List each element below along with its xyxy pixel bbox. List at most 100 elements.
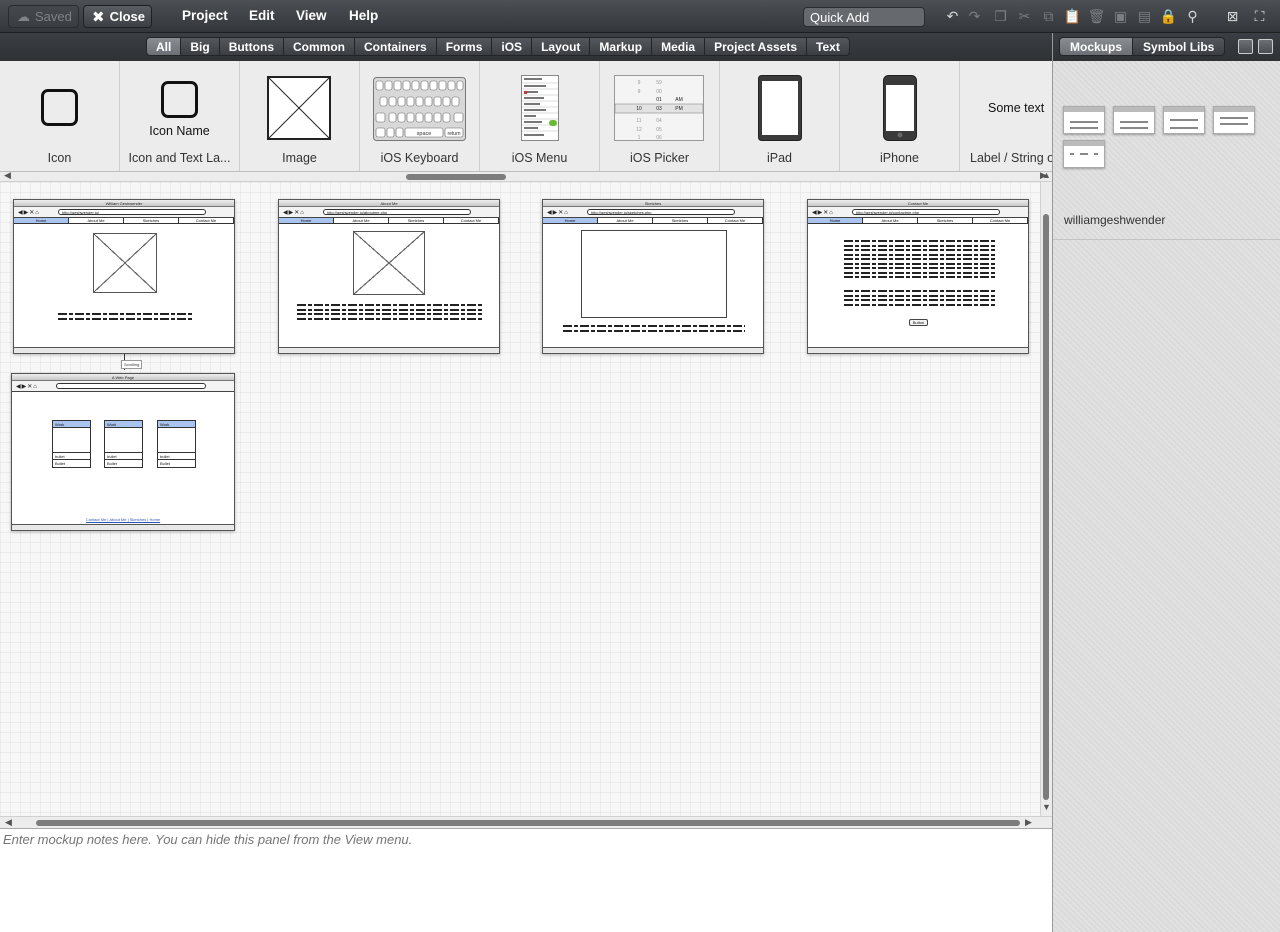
mockup-contact-me[interactable]: Contact Me ◀▶✕⌂ http://geshwender.io/con… bbox=[807, 199, 1029, 354]
mockup-thumbnail[interactable] bbox=[1213, 106, 1255, 134]
presentation-icon[interactable]: ⊠ bbox=[1224, 8, 1241, 25]
library-item-ios-menu[interactable]: iOS Menu bbox=[480, 61, 600, 171]
library-item-ios-picker[interactable]: 9 59 9 00 11 04 12 05 1 06 01 AM 10 03 PM iOS Pi… bbox=[600, 61, 720, 171]
browser-nav-icons: ◀▶✕⌂ bbox=[283, 210, 305, 216]
scroll-down-icon[interactable]: ▼ bbox=[1042, 802, 1051, 812]
filter-text[interactable]: Text bbox=[807, 37, 850, 56]
scroll-right-icon[interactable]: ▶ bbox=[1025, 817, 1032, 828]
menu-project[interactable]: Project bbox=[182, 8, 228, 23]
browser-nav-bar: ◀▶✕⌂ bbox=[12, 381, 234, 392]
search-icon[interactable]: ⚲ bbox=[1184, 8, 1201, 25]
filter-project-assets[interactable]: Project Assets bbox=[705, 37, 808, 56]
mockup-status-bar bbox=[543, 347, 763, 353]
canvas-vscroll-thumb[interactable] bbox=[1043, 214, 1049, 800]
mockup-thumbnail[interactable] bbox=[1113, 106, 1155, 134]
menu-edit[interactable]: Edit bbox=[249, 8, 275, 23]
icon-name-sample: Icon Name bbox=[149, 124, 210, 138]
lock-icon[interactable]: 🔒 bbox=[1160, 8, 1177, 25]
mockup-about-me[interactable]: About Me ◀▶✕⌂ http://geshwender.io/about… bbox=[278, 199, 500, 354]
svg-text:11: 11 bbox=[636, 118, 641, 124]
filter-big[interactable]: Big bbox=[181, 37, 220, 56]
duplicate-icon[interactable]: ❐ bbox=[992, 8, 1009, 25]
library-scrollbar[interactable]: ◀ ▶ bbox=[0, 170, 1052, 182]
saved-button[interactable]: ☁ Saved bbox=[8, 5, 79, 28]
url-field bbox=[56, 383, 206, 389]
mockup-tab: Sketches bbox=[653, 218, 708, 223]
filter-containers[interactable]: Containers bbox=[355, 37, 437, 56]
svg-text:00: 00 bbox=[656, 89, 662, 95]
tab-mockups[interactable]: Mockups bbox=[1059, 37, 1134, 56]
svg-text:05: 05 bbox=[656, 127, 662, 133]
menu-help[interactable]: Help bbox=[349, 8, 378, 23]
mockup-thumbnail[interactable] bbox=[1063, 140, 1105, 168]
mockup-title: Sketches bbox=[543, 200, 763, 207]
mockup-text-block bbox=[844, 290, 996, 308]
library-item-image[interactable]: Image bbox=[240, 61, 360, 171]
mockup-image-placeholder bbox=[353, 231, 425, 295]
column-row: bullet bbox=[158, 453, 195, 460]
scroll-up-icon[interactable]: ▲ bbox=[1042, 170, 1051, 180]
library-item-ios-keyboard[interactable]: space return iOS Keyboard bbox=[360, 61, 480, 171]
mockup-tabs: Home About Me Sketches Contact Me bbox=[543, 218, 763, 224]
library-item-icon-and-text[interactable]: Icon Name Icon and Text La... bbox=[120, 61, 240, 171]
scroll-left-icon[interactable]: ◀ bbox=[5, 817, 12, 828]
ungroup-icon[interactable]: ▤ bbox=[1136, 8, 1153, 25]
library-item-label: Icon bbox=[47, 151, 72, 165]
library-item-label: Label / String o bbox=[970, 151, 1052, 165]
filter-ios[interactable]: iOS bbox=[492, 37, 533, 56]
mockup-text-block bbox=[58, 313, 194, 322]
filter-common[interactable]: Common bbox=[284, 37, 356, 56]
square-icon bbox=[161, 81, 198, 118]
mockup-sketches[interactable]: Sketches ◀▶✕⌂ http://geshwender.io/sketc… bbox=[542, 199, 764, 354]
menu-view[interactable]: View bbox=[296, 8, 327, 23]
scroll-left-icon[interactable]: ◀ bbox=[4, 170, 11, 181]
url-field: http://geshwender.io/contactme.php bbox=[852, 209, 1000, 215]
mockup-tab: Contact Me bbox=[973, 218, 1028, 223]
group-icon[interactable]: ▣ bbox=[1112, 8, 1129, 25]
close-button[interactable]: ✖ Close bbox=[83, 5, 152, 28]
svg-text:59: 59 bbox=[656, 80, 662, 86]
mockup-tab: Home bbox=[543, 218, 598, 223]
mockup-status-bar bbox=[808, 347, 1028, 353]
undo-icon[interactable]: ↶ bbox=[944, 8, 961, 25]
filter-layout[interactable]: Layout bbox=[532, 37, 591, 56]
copy-icon[interactable]: ⧉ bbox=[1040, 8, 1057, 25]
filter-media[interactable]: Media bbox=[652, 37, 706, 56]
browser-nav-bar: ◀▶✕⌂ http://geshwender.io/ bbox=[14, 207, 234, 218]
tab-symbol-libs[interactable]: Symbol Libs bbox=[1133, 37, 1226, 56]
mockup-canvas[interactable]: William Geshwender ◀▶✕⌂ http://geshwende… bbox=[0, 182, 1040, 816]
filter-markup[interactable]: Markup bbox=[590, 37, 653, 56]
mockup-home[interactable]: William Geshwender ◀▶✕⌂ http://geshwende… bbox=[13, 199, 235, 354]
project-name: williamgeshwender bbox=[1064, 213, 1166, 227]
mockup-button: Button bbox=[909, 319, 928, 326]
keyboard-icon: space return bbox=[373, 77, 466, 141]
canvas-hscroll-thumb[interactable] bbox=[36, 820, 1020, 826]
filter-forms[interactable]: Forms bbox=[436, 37, 493, 56]
library-item-label-string[interactable]: Some text Label / String o bbox=[960, 61, 1052, 171]
list-view-icon[interactable] bbox=[1258, 39, 1273, 54]
mockup-status-bar bbox=[14, 347, 234, 353]
image-placeholder-icon bbox=[267, 76, 331, 140]
paste-icon[interactable]: 📋 bbox=[1064, 8, 1081, 25]
mockup-thumbnail[interactable] bbox=[1063, 106, 1105, 134]
grid-view-icon[interactable] bbox=[1238, 39, 1253, 54]
cut-icon[interactable]: ✂ bbox=[1016, 8, 1033, 25]
delete-icon[interactable]: 🗑 bbox=[1088, 8, 1106, 25]
mockup-tab: Contact Me bbox=[179, 218, 234, 223]
redo-icon[interactable]: ↷ bbox=[966, 8, 983, 25]
canvas-horizontal-scrollbar[interactable]: ◀ ▶ bbox=[0, 816, 1052, 828]
quick-add-input[interactable]: Quick Add bbox=[803, 7, 925, 27]
mockup-text-block bbox=[297, 304, 483, 322]
mockup-notes-input[interactable] bbox=[0, 829, 1052, 932]
filter-buttons[interactable]: Buttons bbox=[219, 37, 285, 56]
mockup-tabs: Home About Me Sketches Contact Me bbox=[279, 218, 499, 224]
fullscreen-icon[interactable]: ⛶ bbox=[1251, 8, 1268, 25]
canvas-vertical-scrollbar[interactable]: ▲ ▼ bbox=[1040, 170, 1052, 816]
mockup-thumbnail[interactable] bbox=[1163, 106, 1205, 134]
filter-all[interactable]: All bbox=[146, 37, 182, 56]
library-item-iphone[interactable]: iPhone bbox=[840, 61, 960, 171]
library-item-ipad[interactable]: iPad bbox=[720, 61, 840, 171]
library-item-icon[interactable]: Icon bbox=[0, 61, 120, 171]
mockup-web-page[interactable]: A Web Page ◀▶✕⌂ Work bullet Bullet Work … bbox=[11, 373, 235, 531]
library-scroll-thumb[interactable] bbox=[406, 174, 506, 180]
